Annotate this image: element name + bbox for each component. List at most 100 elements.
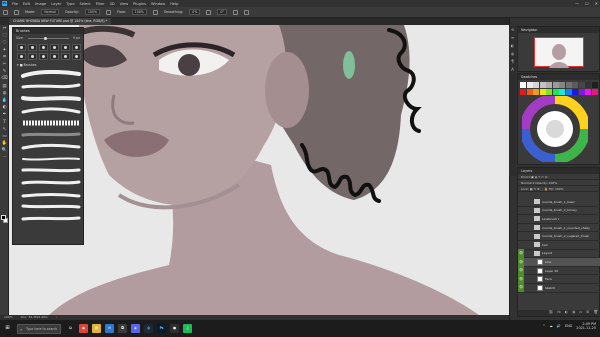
brush-stroke-preview[interactable]	[21, 69, 81, 79]
minimize-button[interactable]: —	[575, 1, 579, 6]
brush-stroke-preview[interactable]	[21, 82, 81, 91]
crop-tool-icon[interactable]: ⌗	[0, 54, 9, 61]
color-swatch[interactable]	[565, 88, 572, 95]
color-swatch[interactable]	[591, 88, 598, 95]
visibility-eye-icon[interactable]	[518, 215, 524, 224]
blur-tool-icon[interactable]: 💧	[0, 97, 9, 104]
layer-name[interactable]: hair	[542, 243, 548, 247]
adjustment-layer-icon[interactable]: ◑	[572, 310, 575, 316]
brush-size-value[interactable]: 9 px	[73, 36, 80, 40]
navigator-thumbnail[interactable]	[534, 37, 584, 68]
brush-stroke-preview[interactable]	[21, 178, 81, 187]
smoothing-settings-icon[interactable]	[206, 9, 212, 15]
windows-start-icon[interactable]: ⊞	[3, 324, 12, 333]
obs-icon[interactable]: ●	[170, 324, 179, 333]
brush-folder[interactable]: ▾ ■ Brushes	[13, 62, 83, 68]
color-swatch[interactable]	[539, 82, 546, 88]
color-icon[interactable]: ◍	[509, 50, 516, 58]
layer-name[interactable]: Face	[545, 277, 552, 281]
layer-name[interactable]: Layout	[542, 251, 552, 255]
brush-tip[interactable]	[72, 53, 81, 60]
pressure-size-icon[interactable]	[232, 9, 238, 15]
layer-name[interactable]: rounds_brush_1_rounded_shelly	[542, 226, 590, 230]
brush-stroke-preview[interactable]	[21, 130, 81, 139]
visibility-eye-icon[interactable]	[518, 240, 524, 249]
layer-row[interactable]: 👁 Face	[518, 274, 600, 284]
color-swatch[interactable]	[533, 82, 539, 88]
brush-tool-icon[interactable]	[3, 9, 8, 15]
menu-plugins[interactable]: Plugins	[133, 2, 146, 6]
layer-row[interactable]: 👁 Layout	[518, 249, 600, 259]
visibility-eye-icon[interactable]	[518, 198, 524, 207]
opacity-field[interactable]: 100%	[84, 9, 100, 15]
brush-size-slider[interactable]	[27, 36, 70, 40]
layer-row[interactable]: 👁 Layer 20	[518, 266, 600, 276]
brush-stroke-preview[interactable]	[21, 94, 81, 103]
spotify-icon[interactable]: ♫	[183, 324, 192, 333]
stamp-tool-icon[interactable]: ◍	[0, 90, 9, 97]
volume-icon[interactable]: 🔊	[557, 324, 561, 328]
symmetry-icon[interactable]	[243, 9, 249, 15]
hand-tool-icon[interactable]: ✋	[0, 140, 9, 147]
taskbar-clock[interactable]: 2:49 PM 2021-11-25	[576, 322, 596, 331]
color-swatch[interactable]	[572, 82, 578, 88]
taskbar-search-input[interactable]: Type here to search	[17, 323, 61, 334]
foreground-color-swatch[interactable]	[1, 215, 6, 220]
brush-stroke-preview[interactable]	[21, 142, 81, 151]
layer-row[interactable]: 👁 Line	[518, 257, 600, 267]
brush-stroke-preview[interactable]	[21, 190, 81, 199]
visibility-eye-icon[interactable]	[518, 206, 524, 215]
visibility-eye-icon[interactable]: 👁	[518, 283, 524, 293]
brush-tip[interactable]	[50, 44, 59, 51]
menu-layer[interactable]: Layer	[51, 2, 61, 6]
color-swatch[interactable]	[526, 82, 533, 88]
brush-preset-picker-icon[interactable]	[14, 9, 19, 15]
color-swatch[interactable]	[546, 82, 552, 88]
color-swatch[interactable]	[552, 88, 559, 95]
visibility-eye-icon[interactable]: 👁	[518, 274, 524, 284]
menu-help[interactable]: Help	[170, 2, 178, 6]
visibility-eye-icon[interactable]	[518, 223, 524, 232]
layer-name[interactable]: Line	[545, 260, 551, 264]
menu-image[interactable]: Image	[35, 2, 46, 6]
layer-row[interactable]: rounds_brush_2_sugared_brush	[518, 232, 600, 241]
color-swatch[interactable]	[585, 82, 591, 88]
new-group-icon[interactable]: ▭	[579, 310, 582, 316]
quick-select-tool-icon[interactable]: ✦	[0, 47, 9, 54]
brush-tip[interactable]	[72, 44, 81, 51]
mail-icon[interactable]: ✉	[105, 324, 114, 333]
delete-layer-icon[interactable]: 🗑	[593, 310, 598, 316]
tray-overflow-icon[interactable]: ^	[543, 324, 546, 328]
visibility-eye-icon[interactable]: 👁	[518, 257, 524, 267]
brush-tool-icon[interactable]: ✎	[0, 68, 9, 75]
discord-icon[interactable]: ◈	[131, 324, 140, 333]
brush-stroke-preview[interactable]	[21, 202, 81, 211]
history-icon[interactable]: ⟲	[509, 26, 516, 34]
brush-tip[interactable]	[61, 44, 70, 51]
dodge-tool-icon[interactable]: ◐	[0, 104, 9, 111]
type-tool-icon[interactable]: T	[0, 118, 9, 125]
brush-stroke-preview[interactable]	[21, 154, 81, 163]
layer-name[interactable]: rounds_brush_2_sugared_brush	[542, 234, 589, 238]
color-swatch[interactable]	[559, 88, 565, 95]
photoshop-icon[interactable]: Ps	[157, 324, 166, 333]
menu-select[interactable]: Select	[80, 2, 91, 6]
menu-filter[interactable]: Filter	[96, 2, 105, 6]
color-swatch[interactable]	[546, 88, 552, 95]
pressure-opacity-icon[interactable]	[106, 9, 111, 15]
file-explorer-icon[interactable]: ▤	[92, 324, 101, 333]
layer-lock-row[interactable]: Lock: ▦ ✎ ✥ ⬚ 🔒 Fill: 100%	[518, 186, 599, 192]
color-swatch[interactable]	[520, 88, 526, 95]
language-indicator[interactable]: ENG	[565, 324, 572, 328]
menu-edit[interactable]: Edit	[23, 2, 30, 6]
gradient-tool-icon[interactable]: ▤	[0, 83, 9, 90]
color-swatch[interactable]	[552, 82, 559, 88]
layer-row[interactable]: rounds_brush_1_basic	[518, 198, 600, 207]
adjustments-icon[interactable]: ◐	[509, 42, 516, 50]
brush-tip[interactable]	[28, 53, 37, 60]
flow-field[interactable]: 100%	[131, 9, 147, 15]
slider-handle[interactable]	[44, 36, 48, 40]
layer-row[interactable]: rounds_brush_2_tonary	[518, 207, 600, 216]
brush-stroke-preview[interactable]	[21, 106, 81, 115]
layer-mask-icon[interactable]: ◐	[565, 310, 568, 316]
